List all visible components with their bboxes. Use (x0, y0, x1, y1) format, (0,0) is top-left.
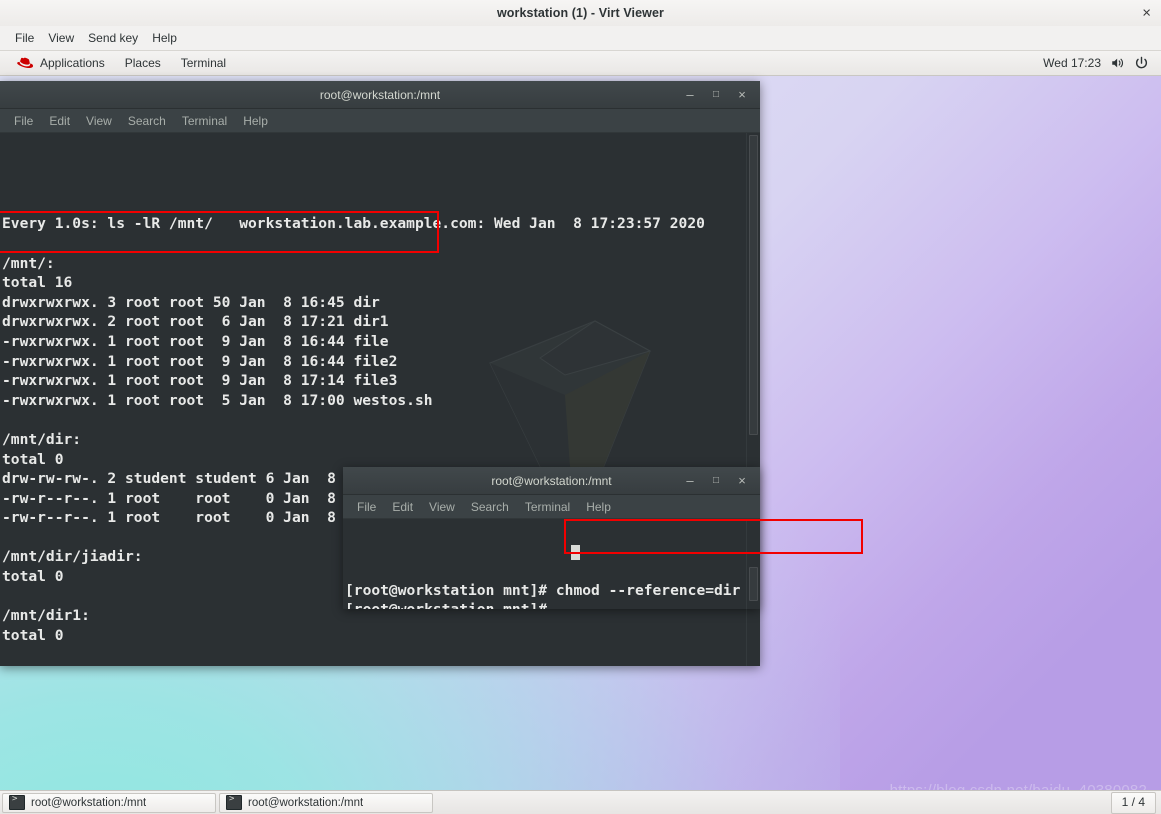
terminal2-menu-terminal[interactable]: Terminal (517, 498, 578, 516)
terminal-line: /mnt/dir: (2, 430, 82, 448)
terminal-line: -rwxrwxrwx. 1 root root 9 Jan 8 16:44 fi… (2, 352, 398, 370)
virt-viewer-titlebar: workstation (1) - Virt Viewer × (0, 0, 1161, 27)
terminal-line: drwxrwxrwx. 2 root root 6 Jan 8 17:21 di… (2, 313, 389, 331)
taskbar-button-terminal1-label: root@workstation:/mnt (31, 796, 147, 809)
close-icon[interactable]: × (736, 474, 748, 487)
screen: workstation (1) - Virt Viewer × File Vie… (0, 0, 1161, 814)
terminal2-menu-edit[interactable]: Edit (384, 498, 421, 516)
terminal1-menu-terminal[interactable]: Terminal (174, 112, 235, 130)
terminal2-scrollbar-thumb[interactable] (749, 567, 758, 601)
terminal2-menu-search[interactable]: Search (463, 498, 517, 516)
terminal1-menu-help[interactable]: Help (235, 112, 276, 130)
terminal-line: -rwxrwxrwx. 1 root root 9 Jan 8 16:44 fi… (2, 332, 389, 350)
places-menu[interactable]: Places (116, 54, 170, 72)
terminal-line: [root@workstation mnt]# (345, 600, 760, 609)
volume-icon[interactable] (1110, 56, 1125, 70)
terminal-line: [root@workstation mnt]# chmod --referenc… (345, 581, 760, 599)
menu-item-send-key[interactable]: Send key (81, 29, 145, 47)
maximize-icon[interactable]: □ (710, 475, 722, 486)
terminal-line: total 0 (2, 626, 64, 644)
virt-viewer-menubar: File View Send key Help (0, 26, 1161, 51)
window-list-taskbar: root@workstation:/mnt root@workstation:/… (0, 790, 1161, 814)
taskbar-button-terminal2-label: root@workstation:/mnt (248, 796, 364, 809)
terminal2-output[interactable]: [root@workstation mnt]# chmod --referenc… (343, 519, 760, 609)
redhat-logo-icon (17, 57, 34, 68)
terminal2-menu-view[interactable]: View (421, 498, 463, 516)
applications-menu-label: Applications (40, 56, 105, 70)
power-icon[interactable] (1134, 56, 1149, 71)
close-icon[interactable]: × (736, 88, 748, 101)
virt-viewer-title: workstation (1) - Virt Viewer (496, 6, 665, 20)
menu-item-view[interactable]: View (41, 29, 81, 47)
terminal1-menu-view[interactable]: View (78, 112, 120, 130)
terminal-line: /mnt/dir1: (2, 607, 90, 625)
terminal1-menu-search[interactable]: Search (120, 112, 174, 130)
terminal1-menu-file[interactable]: File (6, 112, 41, 130)
terminal1-menu-edit[interactable]: Edit (41, 112, 78, 130)
terminal-line: -rwxrwxrwx. 1 root root 9 Jan 8 17:14 fi… (2, 372, 398, 390)
terminal2-cursor (571, 545, 580, 560)
terminal-line: /mnt/: (2, 254, 55, 272)
taskbar-button-terminal1[interactable]: root@workstation:/mnt (2, 792, 216, 813)
minimize-icon[interactable]: – (684, 88, 696, 101)
applications-menu[interactable]: Applications (8, 54, 114, 72)
terminal-window-command[interactable]: root@workstation:/mnt – □ × File Edit Vi… (343, 467, 760, 609)
terminal2-menubar: File Edit View Search Terminal Help (343, 495, 760, 519)
close-icon[interactable]: × (1142, 6, 1151, 21)
terminal-icon (9, 794, 25, 810)
terminal-line: Every 1.0s: ls -lR /mnt/ workstation.lab… (2, 215, 705, 233)
terminal-icon (226, 794, 242, 810)
workspace-pager[interactable]: 1 / 4 (1110, 791, 1156, 814)
minimize-icon[interactable]: – (684, 474, 696, 487)
terminal1-title: root@workstation:/mnt (319, 87, 441, 102)
terminal2-menu-help[interactable]: Help (578, 498, 619, 516)
taskbar-button-terminal2[interactable]: root@workstation:/mnt (219, 792, 433, 813)
terminal1-menubar: File Edit View Search Terminal Help (0, 109, 760, 133)
maximize-icon[interactable]: □ (710, 89, 722, 100)
clock[interactable]: Wed 17:23 (1043, 56, 1101, 70)
terminal2-text: [root@workstation mnt]# chmod --referenc… (345, 581, 760, 609)
menu-item-help[interactable]: Help (145, 29, 184, 47)
gnome-top-panel: Applications Places Terminal Wed 17:23 (0, 51, 1161, 76)
terminal2-menu-file[interactable]: File (349, 498, 384, 516)
terminal-line: -rwxrwxrwx. 1 root root 5 Jan 8 17:00 we… (2, 391, 433, 409)
terminal-menu[interactable]: Terminal (172, 54, 235, 72)
terminal1-scrollbar-thumb[interactable] (749, 135, 758, 435)
terminal2-scrollbar[interactable] (746, 519, 760, 609)
terminal-line: drwxrwxrwx. 3 root root 50 Jan 8 16:45 d… (2, 293, 380, 311)
terminal2-titlebar[interactable]: root@workstation:/mnt – □ × (343, 467, 760, 495)
menu-item-file[interactable]: File (8, 29, 41, 47)
terminal1-titlebar[interactable]: root@workstation:/mnt – □ × (0, 81, 760, 109)
terminal-line: total 16 (2, 274, 73, 292)
